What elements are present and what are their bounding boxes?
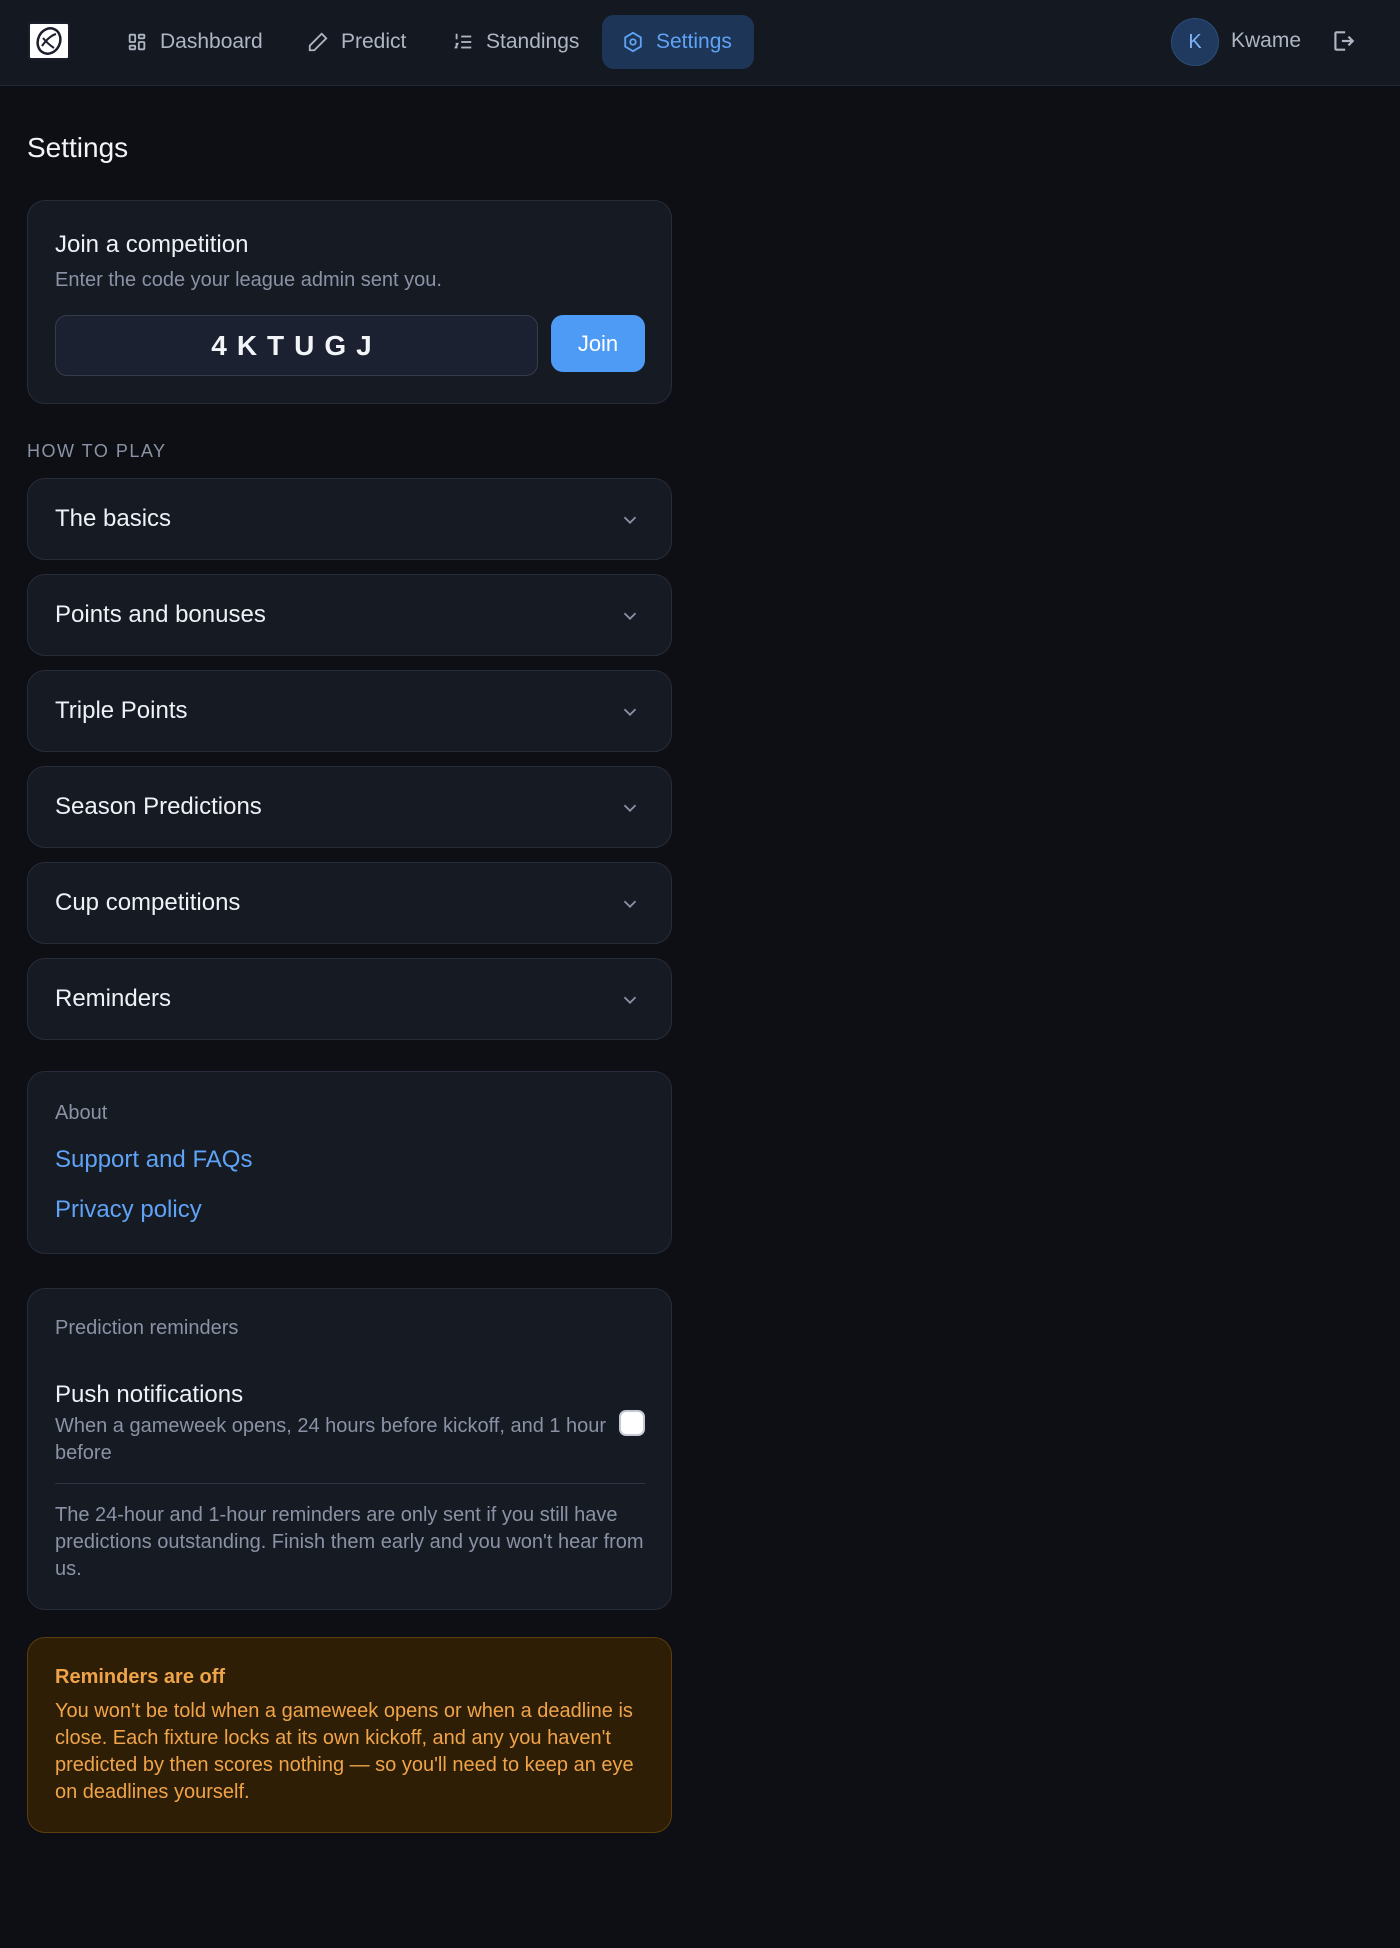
chevron-down-icon — [623, 708, 637, 717]
chevron-down-icon — [623, 900, 637, 909]
prediction-reminders-card: Prediction reminders Push notifications … — [27, 1288, 672, 1610]
accordion-label: The basics — [55, 505, 172, 532]
push-notifications-toggle[interactable] — [619, 1410, 645, 1436]
about-title: About — [55, 1102, 108, 1124]
divider — [55, 1483, 645, 1484]
competition-code-input[interactable] — [55, 315, 538, 376]
privacy-policy-link[interactable]: Privacy policy — [55, 1196, 202, 1224]
join-competition-card: Join a competition Enter the code your l… — [27, 200, 672, 404]
how-to-play-label: HOW TO PLAY — [27, 441, 167, 461]
chevron-down-icon — [623, 804, 637, 813]
accordion-the-basics[interactable]: The basics — [27, 478, 672, 560]
accordion-cup-competitions[interactable]: Cup competitions — [27, 862, 672, 944]
accordion-label: Triple Points — [55, 697, 188, 724]
nav-dashboard[interactable]: Dashboard — [106, 15, 283, 69]
accordion-label: Cup competitions — [55, 889, 241, 916]
nav-label: Settings — [656, 30, 732, 53]
logout-icon[interactable] — [1330, 28, 1356, 54]
nav-label: Predict — [341, 30, 407, 53]
chevron-down-icon — [623, 612, 637, 621]
ball-logo-icon — [36, 27, 62, 55]
list-ordered-icon — [454, 33, 472, 49]
nav-predict[interactable]: Predict — [287, 15, 426, 69]
reminders-title: Prediction reminders — [55, 1317, 239, 1339]
push-notifications-title: Push notifications — [55, 1381, 244, 1408]
accordion-triple-points[interactable]: Triple Points — [27, 670, 672, 752]
reminders-off-warning: Reminders are off You won't be told when… — [27, 1637, 672, 1833]
accordion-season-predictions[interactable]: Season Predictions — [27, 766, 672, 848]
nav-settings[interactable]: Settings — [602, 15, 754, 69]
warning-body: You won't be told when a gameweek opens … — [55, 1700, 634, 1803]
push-notifications-description: When a gameweek opens, 24 hours before k… — [55, 1415, 607, 1464]
accordion-label: Points and bonuses — [55, 601, 266, 628]
nav-standings[interactable]: Standings — [432, 15, 599, 69]
warning-title: Reminders are off — [55, 1666, 226, 1688]
pencil-icon — [308, 32, 328, 52]
accordion-label: Season Predictions — [55, 793, 262, 820]
nav-label: Standings — [486, 30, 580, 53]
join-button[interactable]: Join — [551, 315, 645, 372]
username: Kwame — [1231, 29, 1302, 52]
app-logo[interactable] — [28, 22, 70, 60]
grid-icon — [128, 33, 146, 51]
accordion-reminders[interactable]: Reminders — [27, 958, 672, 1040]
reminders-note: The 24-hour and 1-hour reminders are onl… — [55, 1504, 644, 1580]
join-title: Join a competition — [55, 231, 249, 258]
accordion-points-and-bonuses[interactable]: Points and bonuses — [27, 574, 672, 656]
about-card: About Support and FAQs Privacy policy — [27, 1071, 672, 1254]
chevron-down-icon — [623, 516, 637, 525]
top-nav: Dashboard Predict Standings Settings K K… — [0, 0, 1400, 86]
avatar[interactable]: K — [1171, 18, 1219, 66]
settings-icon — [624, 31, 642, 53]
nav-label: Dashboard — [160, 30, 263, 53]
page-title: Settings — [27, 132, 129, 163]
join-subtitle: Enter the code your league admin sent yo… — [55, 269, 442, 291]
support-faqs-link[interactable]: Support and FAQs — [55, 1146, 252, 1174]
chevron-down-icon — [623, 996, 637, 1005]
accordion-label: Reminders — [55, 985, 172, 1012]
